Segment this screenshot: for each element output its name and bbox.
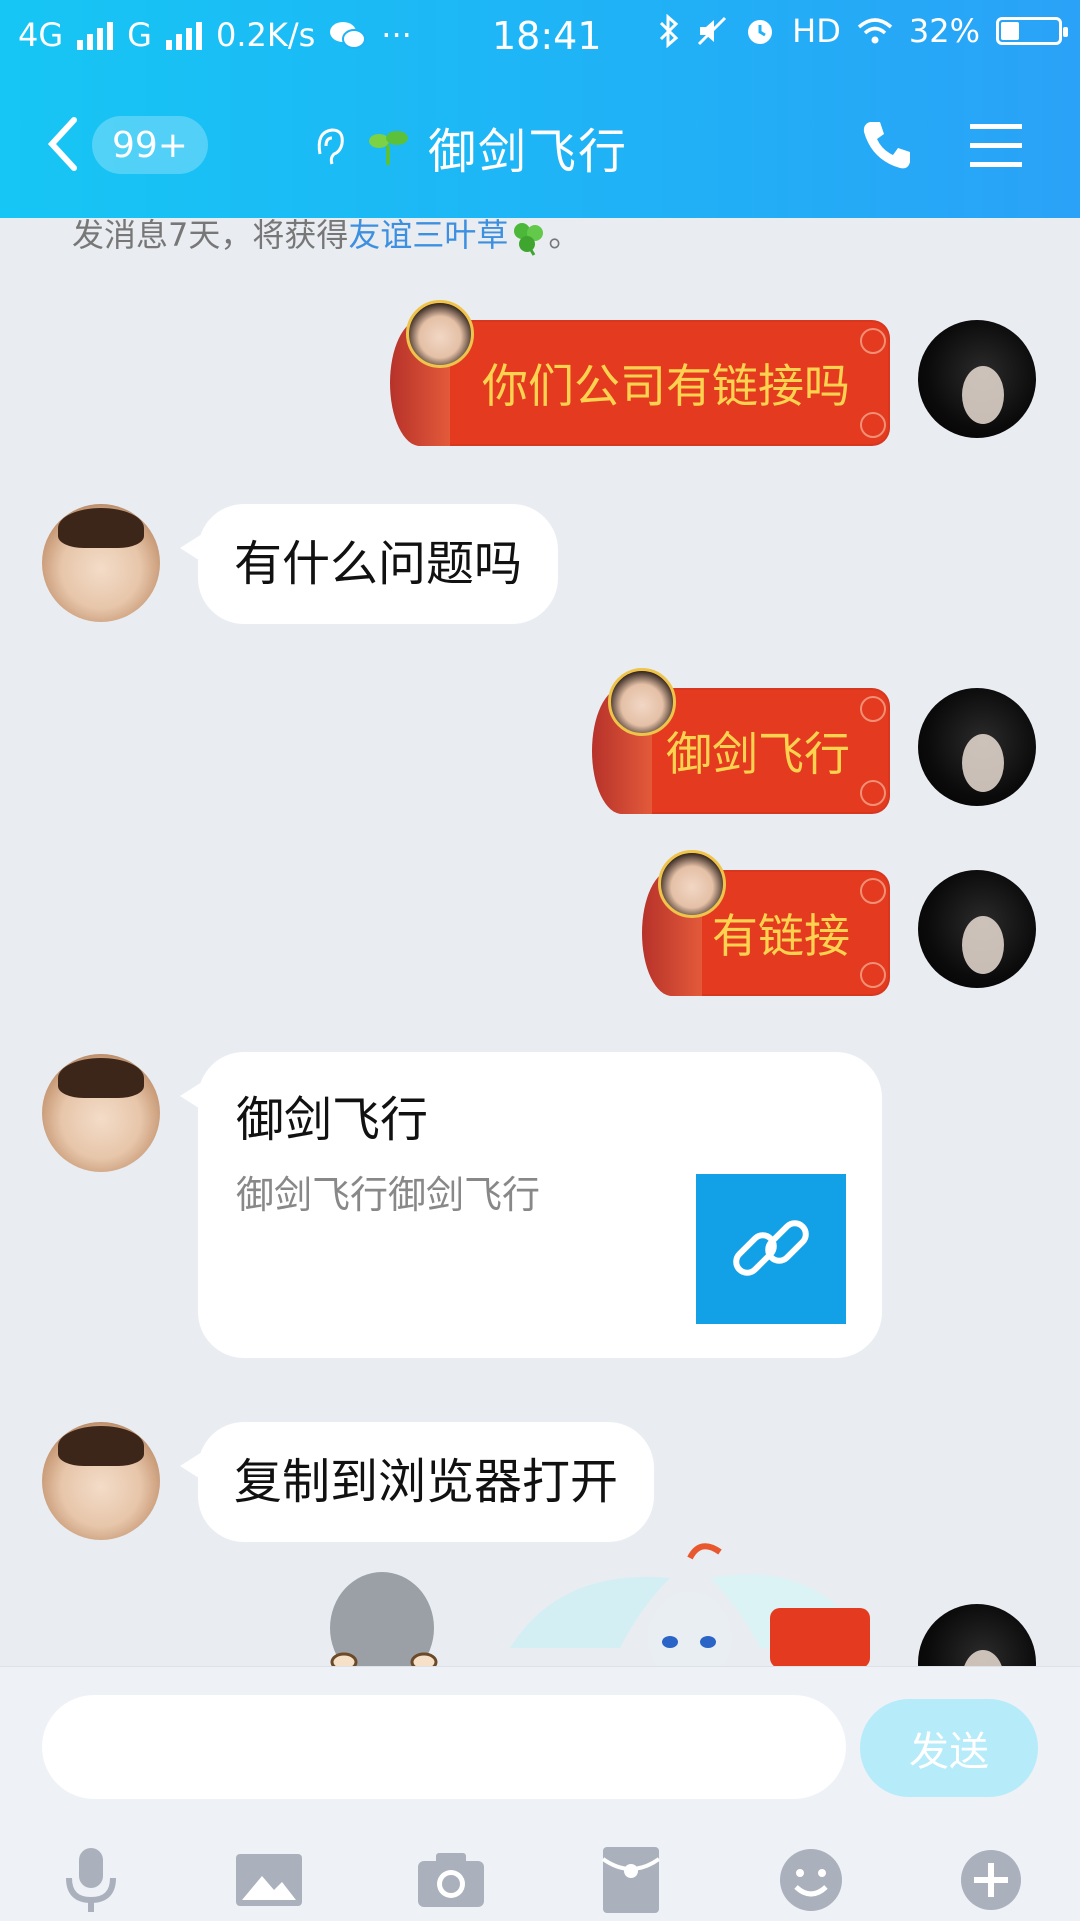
bubble-tail xyxy=(180,534,202,562)
input-toolbar xyxy=(0,1819,1080,1919)
my-avatar[interactable] xyxy=(918,688,1036,806)
hd-indicator: HD xyxy=(792,12,841,50)
system-tip-prefix: 发消息7天，将获得 xyxy=(72,218,349,254)
bubble-stamp-decor xyxy=(860,878,886,904)
microphone-icon[interactable] xyxy=(52,1841,130,1919)
contact-avatar[interactable] xyxy=(42,504,160,622)
bubble-tail xyxy=(180,1452,202,1480)
message-text: 御剑飞行 xyxy=(666,727,850,781)
bubble-stamp-decor xyxy=(860,412,886,438)
phone-icon[interactable] xyxy=(858,116,916,174)
clover-icon xyxy=(514,223,544,256)
bubble-avatar-decor xyxy=(608,668,676,736)
battery-icon xyxy=(996,17,1068,45)
message-text: 你们公司有链接吗 xyxy=(482,359,850,413)
mute-icon xyxy=(698,16,727,46)
bubble-stamp-decor xyxy=(860,696,886,722)
link-card[interactable]: 御剑飞行 御剑飞行御剑飞行 xyxy=(180,1052,882,1358)
system-tip: 发消息7天，将获得友谊三叶草 。 xyxy=(72,218,580,257)
bluetooth-icon xyxy=(660,14,679,48)
send-button[interactable]: 发送 xyxy=(860,1699,1038,1797)
top-bar: 4G G 0.2K/s ··· 18:41 HD 32% 99+ 御剑飞行 xyxy=(0,0,1080,218)
network-speed: 0.2K/s xyxy=(215,16,316,54)
link-icon xyxy=(733,1220,809,1276)
clock: 18:41 xyxy=(492,14,602,58)
alarm-icon xyxy=(748,20,773,44)
message-text: 有什么问题吗 xyxy=(234,536,523,592)
camera-icon[interactable] xyxy=(412,1841,490,1919)
message-text: 复制到浏览器打开 xyxy=(234,1454,619,1510)
bubble-stamp-decor xyxy=(860,328,886,354)
chat-title: 御剑飞行 xyxy=(428,124,629,180)
title-group[interactable]: 御剑飞行 xyxy=(312,112,628,182)
message-text: 有链接 xyxy=(712,909,850,963)
message-input[interactable] xyxy=(42,1695,846,1799)
wifi-icon xyxy=(857,18,893,44)
my-avatar[interactable] xyxy=(918,320,1036,438)
input-bar: 发送 xyxy=(0,1666,1080,1921)
emoji-icon[interactable] xyxy=(772,1841,850,1919)
network-type-2: G xyxy=(127,16,152,54)
my-avatar[interactable] xyxy=(918,870,1036,988)
sprout-icon xyxy=(369,131,408,165)
chat-area[interactable]: 发消息7天，将获得友谊三叶草 。 你们公司有链接吗 有什么问题吗 御剑飞行 有链接… xyxy=(0,218,1080,1666)
menu-icon[interactable] xyxy=(968,118,1024,172)
message-bubble-received[interactable]: 复制到浏览器打开 xyxy=(180,1422,655,1542)
signal-icon-2 xyxy=(165,20,202,50)
bubble-stamp-decor xyxy=(860,962,886,988)
friendship-clover-link[interactable]: 友谊三叶草 xyxy=(348,218,508,254)
unread-count-badge[interactable]: 99+ xyxy=(92,116,208,174)
more-notifications: ··· xyxy=(381,16,412,54)
link-card-title: 御剑飞行 xyxy=(236,1092,429,1148)
back-button[interactable] xyxy=(44,114,84,174)
image-icon[interactable] xyxy=(230,1841,308,1919)
wechat-icon xyxy=(330,22,367,49)
link-card-description: 御剑飞行御剑飞行 xyxy=(236,1173,541,1217)
message-bubble-sent[interactable]: 御剑飞行 xyxy=(592,668,890,814)
angel-sticker xyxy=(510,1543,870,1666)
cartoon-sticker xyxy=(330,1572,438,1666)
status-bar: 4G G 0.2K/s ··· 18:41 HD 32% xyxy=(0,0,1080,70)
system-tip-suffix: 。 xyxy=(548,218,581,254)
plus-icon[interactable] xyxy=(952,1841,1030,1919)
message-bubble-received[interactable]: 有什么问题吗 xyxy=(180,504,559,624)
earpiece-mode-icon[interactable] xyxy=(312,124,348,170)
bubble-avatar-decor xyxy=(406,300,474,368)
network-type-1: 4G xyxy=(18,16,64,54)
my-avatar[interactable] xyxy=(918,1604,1036,1666)
battery-percent: 32% xyxy=(908,12,980,50)
nav-bar: 99+ 御剑飞行 xyxy=(0,70,1080,218)
red-packet-icon[interactable] xyxy=(592,1841,670,1919)
bubble-avatar-decor xyxy=(658,850,726,918)
status-right: HD 32% xyxy=(658,12,1068,50)
status-left: 4G G 0.2K/s ··· xyxy=(18,16,412,54)
message-bubble-sent[interactable]: 你们公司有链接吗 xyxy=(390,300,890,446)
bubble-stamp-decor xyxy=(860,780,886,806)
signal-icon xyxy=(77,20,114,50)
link-thumbnail xyxy=(696,1174,846,1324)
message-bubble-sent[interactable]: 有链接 xyxy=(642,850,890,996)
bubble-tail xyxy=(180,1082,202,1110)
contact-avatar[interactable] xyxy=(42,1054,160,1172)
contact-avatar[interactable] xyxy=(42,1422,160,1540)
